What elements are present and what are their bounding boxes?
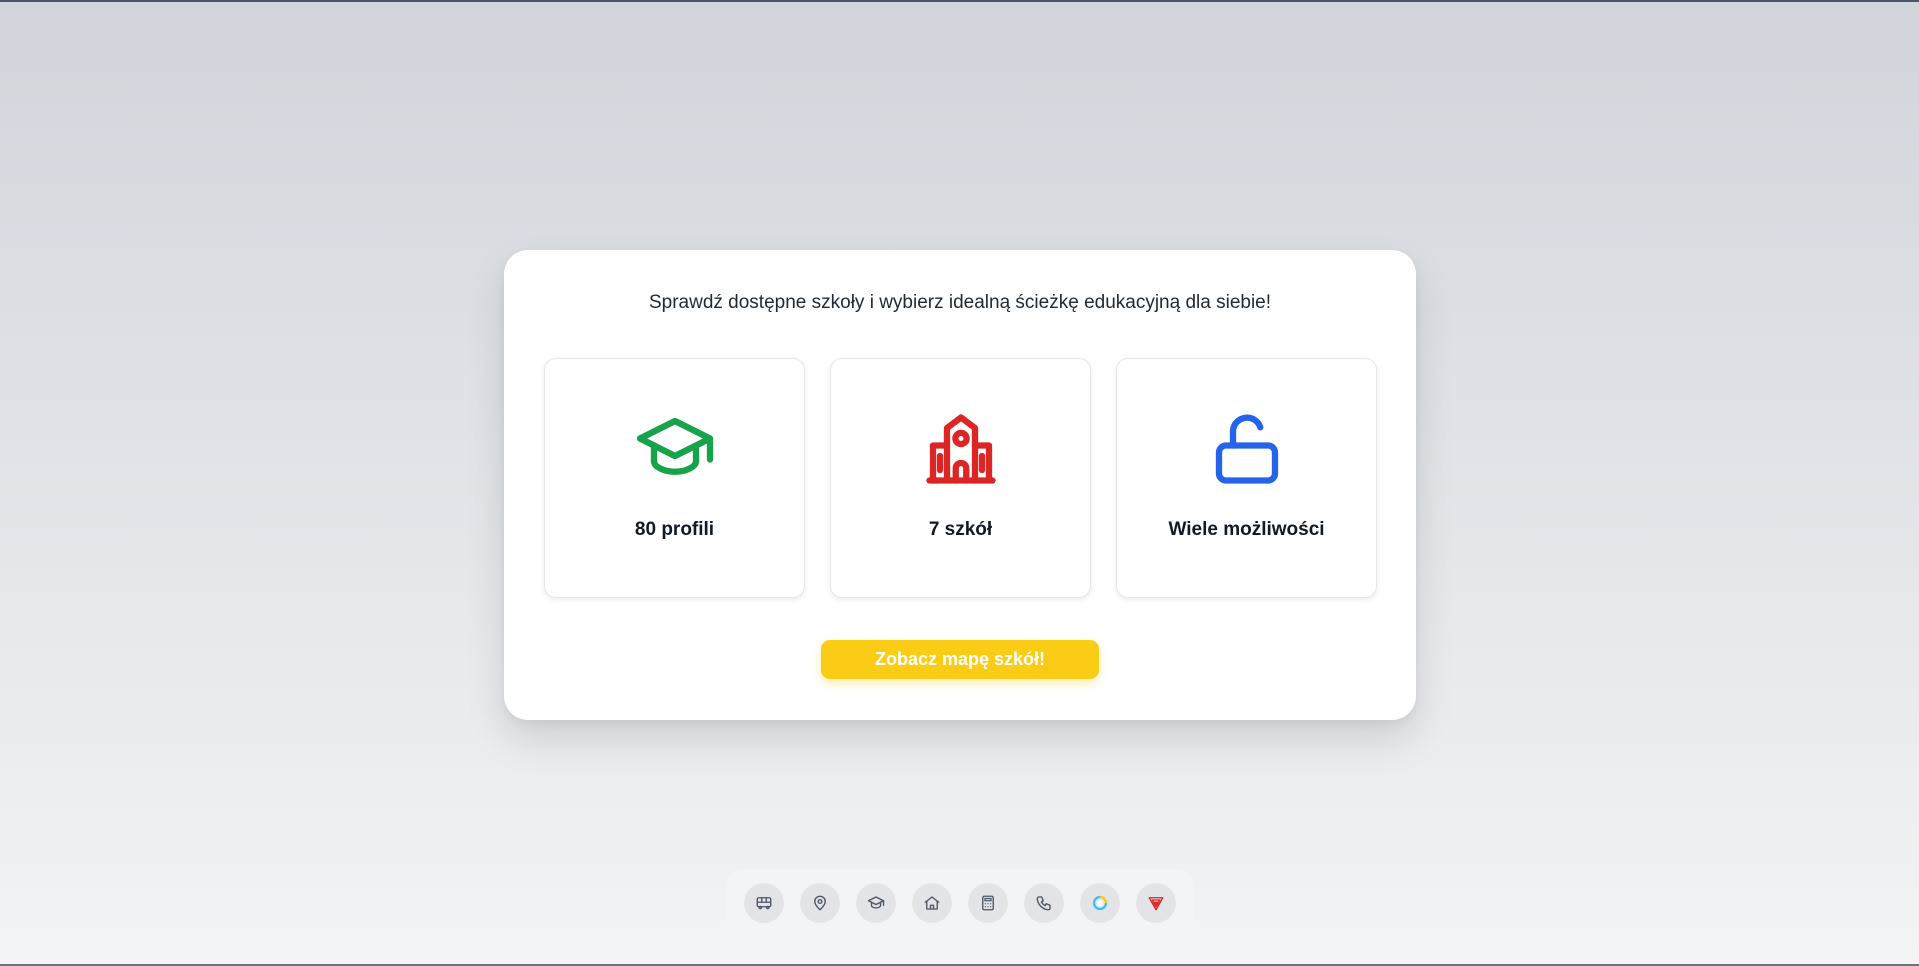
feature-card-possibilities: Wiele możliwości bbox=[1116, 358, 1377, 598]
calculator-icon bbox=[982, 895, 994, 910]
headline: Sprawdź dostępne szkoły i wybierz idealn… bbox=[648, 292, 1272, 313]
dock-button-logo-triangle[interactable] bbox=[1136, 882, 1176, 923]
main-card: Sprawdź dostępne szkoły i wybierz idealn… bbox=[504, 250, 1416, 720]
feature-card-schools: 7 szkół bbox=[830, 358, 1091, 598]
feature-label: Wiele możliwości bbox=[1168, 519, 1325, 540]
feature-label: 7 szkół bbox=[928, 519, 993, 540]
bus-icon bbox=[756, 896, 772, 909]
red-triangle-logo-icon bbox=[1148, 896, 1164, 910]
circle-logo-icon bbox=[1092, 895, 1108, 910]
graduation-cap-icon bbox=[867, 895, 885, 909]
dock-button-contact[interactable] bbox=[1024, 882, 1064, 923]
dock-button-logo-circle[interactable] bbox=[1080, 882, 1120, 923]
dock-button-home[interactable] bbox=[912, 882, 952, 923]
phone-icon bbox=[1036, 895, 1051, 910]
dock-button-calculator[interactable] bbox=[968, 882, 1008, 923]
graduation-cap-icon bbox=[636, 417, 713, 475]
dock-button-bus[interactable] bbox=[744, 882, 784, 923]
dock-button-education[interactable] bbox=[856, 882, 896, 923]
dock-button-map[interactable] bbox=[800, 882, 840, 923]
feature-label: 80 profili bbox=[634, 519, 715, 540]
bottom-dock bbox=[727, 870, 1193, 935]
unlocked-padlock-icon bbox=[1215, 414, 1278, 484]
home-icon bbox=[924, 895, 940, 910]
see-school-map-button[interactable]: Zobacz mapę szkół! bbox=[821, 640, 1099, 679]
school-building-icon bbox=[925, 414, 996, 484]
feature-card-profiles: 80 profili bbox=[544, 358, 805, 598]
map-pin-icon bbox=[814, 895, 826, 910]
features-row: 80 profili 7 szkół Wiele możliwości bbox=[544, 358, 1377, 598]
